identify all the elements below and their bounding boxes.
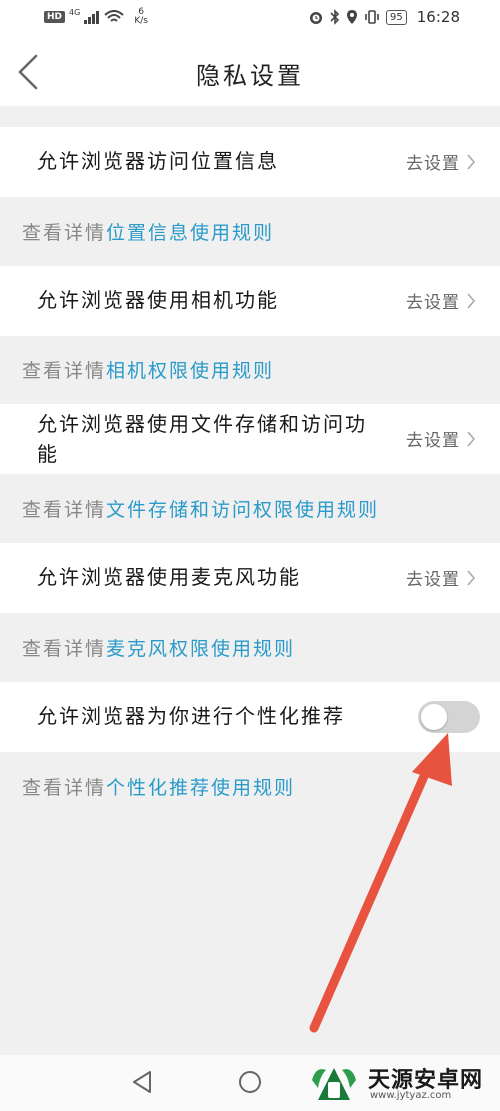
goto-settings-location[interactable]: 去设置 (406, 149, 476, 174)
setting-row-camera[interactable]: 允许浏览器使用相机功能 去设置 (0, 266, 500, 336)
bluetooth-icon (330, 9, 340, 25)
alarm-icon (310, 12, 323, 24)
detail-link-location[interactable]: 位置信息使用规则 (106, 222, 274, 244)
goto-settings-storage[interactable]: 去设置 (406, 426, 476, 451)
detail-prefix: 查看详情 (22, 777, 107, 799)
setting-row-location[interactable]: 允许浏览器访问位置信息 去设置 (0, 127, 500, 197)
detail-microphone: 查看详情麦克风权限使用规则 (22, 634, 295, 661)
chevron-right-icon (467, 569, 476, 586)
detail-camera: 查看详情相机权限使用规则 (22, 356, 274, 383)
goto-settings-label: 去设置 (406, 293, 460, 313)
chevron-right-icon (467, 292, 476, 309)
network-speed: 6 K/s (134, 8, 148, 26)
setting-row-microphone[interactable]: 允许浏览器使用麦克风功能 去设置 (0, 543, 500, 613)
setting-label-location: 允许浏览器访问位置信息 (37, 149, 279, 173)
page-title: 隐私设置 (196, 62, 304, 90)
location-icon (347, 10, 358, 24)
battery-indicator: 95 (386, 9, 407, 25)
detail-link-personalization[interactable]: 个性化推荐使用规则 (106, 777, 295, 799)
status-right: 95 16:28 (308, 8, 460, 26)
setting-label-microphone: 允许浏览器使用麦克风功能 (37, 565, 301, 589)
setting-label-camera: 允许浏览器使用相机功能 (37, 288, 279, 312)
signal-icon (84, 11, 100, 24)
watermark: 天源安卓网 www.jytyaz.com (306, 1058, 500, 1108)
detail-prefix: 查看详情 (22, 360, 107, 382)
detail-link-camera[interactable]: 相机权限使用规则 (106, 360, 274, 382)
toggle-knob (421, 704, 447, 730)
goto-settings-label: 去设置 (406, 431, 460, 451)
goto-settings-microphone[interactable]: 去设置 (406, 565, 476, 590)
setting-row-storage[interactable]: 允许浏览器使用文件存储和访问功能 去设置 (0, 404, 500, 474)
nav-home-button[interactable] (237, 1069, 263, 1099)
goto-settings-camera[interactable]: 去设置 (406, 288, 476, 313)
nav-back-button[interactable] (130, 1069, 154, 1099)
speed-unit: K/s (134, 16, 148, 26)
goto-settings-label: 去设置 (406, 154, 460, 174)
hd-badge: HD (44, 11, 66, 23)
chevron-right-icon (467, 153, 476, 170)
chevron-right-icon (467, 430, 476, 447)
goto-settings-label: 去设置 (406, 570, 460, 590)
setting-row-personalization: 允许浏览器为你进行个性化推荐 (0, 682, 500, 752)
detail-prefix: 查看详情 (22, 222, 107, 244)
detail-prefix: 查看详情 (22, 499, 107, 521)
vibrate-icon (365, 10, 379, 24)
detail-link-storage[interactable]: 文件存储和访问权限使用规则 (106, 499, 379, 521)
detail-location: 查看详情位置信息使用规则 (22, 218, 274, 245)
detail-prefix: 查看详情 (22, 638, 107, 660)
personalization-toggle[interactable] (418, 701, 480, 733)
setting-label-storage: 允许浏览器使用文件存储和访问功能 (37, 412, 367, 466)
status-bar: HD 4G 6 K/s 95 16:28 (0, 0, 500, 36)
page-header: 隐私设置 (0, 36, 500, 106)
wifi-icon (104, 10, 124, 22)
detail-storage: 查看详情文件存储和访问权限使用规则 (22, 495, 379, 522)
watermark-url: www.jytyaz.com (370, 1090, 452, 1101)
triangle-back-icon (133, 1071, 151, 1093)
setting-label-personalization: 允许浏览器为你进行个性化推荐 (37, 704, 345, 728)
detail-personalization: 查看详情个性化推荐使用规则 (22, 773, 295, 800)
circle-home-icon (239, 1071, 261, 1093)
status-left: HD 4G 6 K/s (44, 8, 148, 26)
status-time: 16:28 (416, 8, 460, 26)
detail-link-microphone[interactable]: 麦克风权限使用规则 (106, 638, 295, 660)
network-generation: 4G (69, 7, 81, 17)
watermark-logo (312, 1068, 356, 1100)
